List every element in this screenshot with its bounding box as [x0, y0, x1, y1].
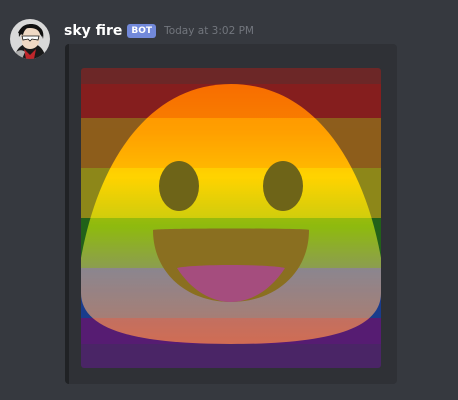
user-avatar[interactable]: [10, 19, 50, 59]
timestamp[interactable]: Today at 3:02 PM: [164, 25, 254, 37]
embed-image[interactable]: [81, 68, 381, 368]
message-header: sky fire BOT Today at 3:02 PM: [64, 20, 254, 42]
username[interactable]: sky fire: [64, 23, 122, 39]
message-embed: [65, 44, 397, 384]
left-eye: [159, 161, 199, 211]
masked-character-avatar-icon: [10, 19, 50, 59]
flag-overlay: [81, 84, 381, 344]
right-eye: [263, 161, 303, 211]
bot-badge: BOT: [127, 24, 157, 38]
grinning-blob-emoji-rainbow-flag-icon: [81, 68, 381, 368]
chat-message: sky fire BOT Today at 3:02 PM: [0, 0, 458, 400]
